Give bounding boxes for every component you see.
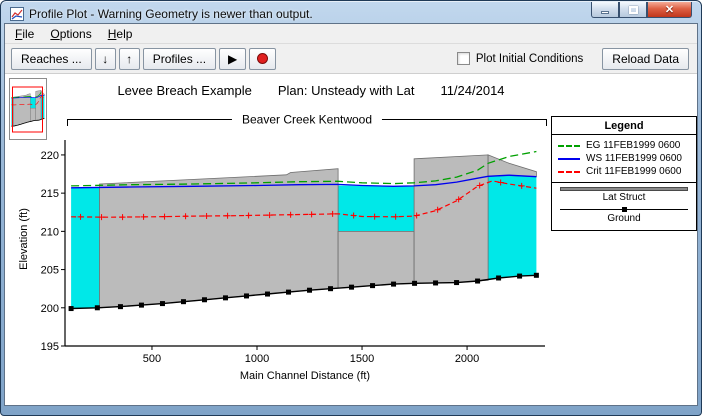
close-button[interactable]: ✕: [647, 2, 692, 18]
svg-text:215: 215: [41, 188, 59, 200]
chart-plan: Plan: Unsteady with Lat: [278, 83, 415, 98]
svg-text:220: 220: [41, 150, 59, 162]
svg-text:2000: 2000: [455, 353, 479, 365]
lat-struct-label: Lat Struct: [558, 192, 690, 203]
plot-initial-conditions-label: Plot Initial Conditions: [476, 53, 583, 65]
animate-button[interactable]: ▶: [219, 48, 246, 70]
svg-text:1500: 1500: [350, 353, 374, 365]
profile-up-button[interactable]: ↑: [119, 48, 140, 70]
record-button[interactable]: [249, 48, 276, 70]
window-icon: [10, 7, 24, 21]
chart-title: Levee Breach Example: [117, 83, 251, 98]
legend-entry-eg-label: EG 11FEB1999 0600: [586, 140, 680, 151]
ground-label: Ground: [558, 213, 690, 224]
close-icon: ✕: [665, 3, 674, 16]
svg-text:Elevation (ft): Elevation (ft): [18, 208, 30, 270]
bracket-right-tick: [546, 120, 547, 126]
crit-line-icon: [558, 171, 580, 173]
record-icon: [257, 53, 268, 64]
ground-sample-icon: [560, 207, 688, 212]
legend-entry-eg: EG 11FEB1999 0600: [558, 139, 690, 152]
ws-line-icon: [558, 158, 580, 160]
down-arrow-icon: ↓: [102, 52, 108, 66]
reaches-button[interactable]: Reaches ...: [11, 48, 92, 70]
overview-thumbnail-chart: [10, 79, 46, 139]
eg-line-icon: [558, 145, 580, 147]
profile-plot-window: Profile Plot - Warning Geometry is newer…: [0, 0, 702, 416]
overview-thumbnail[interactable]: [9, 78, 47, 140]
svg-text:195: 195: [41, 341, 59, 353]
minimize-button[interactable]: [591, 2, 619, 18]
minimize-icon: [601, 11, 609, 14]
svg-text:205: 205: [41, 265, 59, 277]
plot-initial-conditions-checkbox[interactable]: [457, 52, 470, 65]
plot-initial-conditions-option: Plot Initial Conditions: [457, 52, 583, 65]
menu-item-options[interactable]: Options: [42, 25, 99, 43]
reach-label: Beaver Creek Kentwood: [232, 112, 382, 126]
reach-bracket: Beaver Creek Kentwood: [67, 119, 547, 126]
chart-date: 11/24/2014: [440, 83, 504, 98]
menu-item-help[interactable]: Help: [100, 25, 141, 43]
client-area: File Options Help Reaches ... ↓ ↑ Profil…: [4, 23, 698, 406]
toolbar: Reaches ... ↓ ↑ Profiles ... ▶ Plot Init…: [5, 44, 697, 74]
profile-chart[interactable]: 500 1000 1500 2000 195 200 205 210 215 220 Main Ch…: [17, 132, 545, 388]
legend-separator: [552, 182, 696, 183]
legend-entry-ws-label: WS 11FEB1999 0600: [586, 153, 682, 164]
reload-data-button[interactable]: Reload Data: [602, 48, 689, 70]
play-icon: ▶: [228, 52, 237, 66]
plot-area: Levee Breach Example Plan: Unsteady with…: [5, 74, 697, 405]
profile-down-button[interactable]: ↓: [95, 48, 116, 70]
svg-text:210: 210: [41, 226, 59, 238]
svg-text:500: 500: [143, 353, 161, 365]
profiles-button[interactable]: Profiles ...: [143, 48, 216, 70]
menu-item-file[interactable]: File: [7, 25, 42, 43]
lat-struct-sample-icon: [560, 187, 688, 191]
window-controls: ✕: [591, 2, 692, 18]
svg-text:Main Channel Distance (ft): Main Channel Distance (ft): [240, 370, 370, 382]
maximize-button[interactable]: [619, 2, 647, 18]
legend-entry-ws: WS 11FEB1999 0600: [558, 152, 690, 165]
legend-entry-crit-label: Crit 11FEB1999 0600: [586, 166, 681, 177]
legend-entry-crit: Crit 11FEB1999 0600: [558, 165, 690, 178]
chart-heading: Levee Breach Example Plan: Unsteady with…: [65, 83, 557, 98]
up-arrow-icon: ↑: [126, 52, 132, 66]
svg-text:200: 200: [41, 303, 59, 315]
bracket-left-tick: [67, 120, 68, 126]
legend-title: Legend: [552, 120, 696, 135]
legend: Legend EG 11FEB1999 0600 WS 11FEB1999 06…: [551, 116, 697, 231]
maximize-icon: [629, 6, 638, 14]
menubar: File Options Help: [5, 24, 697, 44]
svg-text:1000: 1000: [245, 353, 269, 365]
window-title: Profile Plot - Warning Geometry is newer…: [29, 7, 313, 21]
